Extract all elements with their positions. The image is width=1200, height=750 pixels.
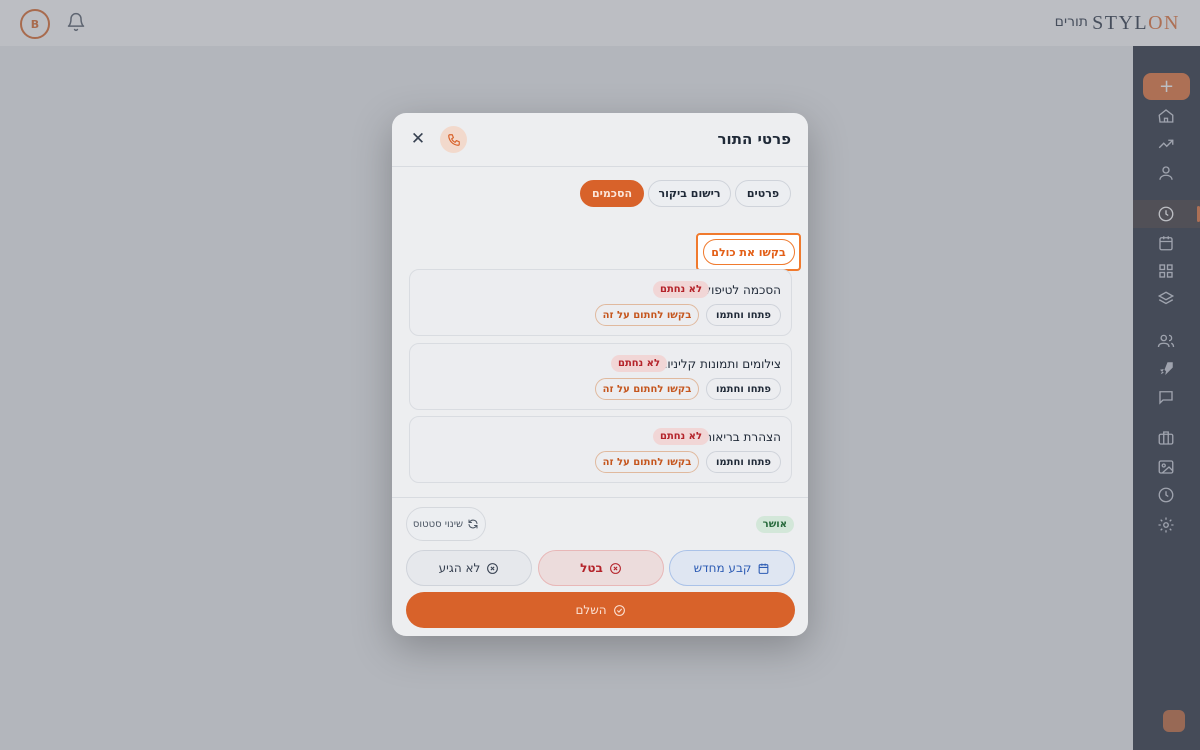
tab-agreements[interactable]: הסכמים — [580, 180, 644, 207]
complete-button[interactable]: השלם — [406, 592, 795, 628]
no-show-button[interactable]: לא הגיע — [406, 550, 532, 586]
phone-icon[interactable] — [440, 126, 467, 153]
request-signature-button[interactable]: בקשו לחתום על זה — [595, 304, 699, 326]
consent-card: צילומים ותמונות קליניות לא נחתם פתחו וחת… — [409, 343, 792, 410]
cancel-label: בטל — [580, 561, 603, 575]
reschedule-label: קבע מחדש — [693, 561, 752, 575]
refresh-icon — [467, 518, 479, 530]
calendar-icon — [757, 562, 770, 575]
consent-card: הצהרת בריאות לא נחתם פתחו וחתמו בקשו לחת… — [409, 416, 792, 483]
open-and-sign-button[interactable]: פתחו וחתמו — [706, 451, 781, 473]
check-circle-icon — [613, 604, 626, 617]
x-circle-icon — [486, 562, 499, 575]
unsigned-badge: לא נחתם — [652, 428, 709, 445]
consent-title: הסכמה לטיפול — [704, 283, 781, 297]
change-status-button[interactable]: שינוי סטטוס — [406, 507, 486, 541]
consent-card: הסכמה לטיפול לא נחתם פתחו וחתמו בקשו לחת… — [409, 269, 792, 336]
consent-title: צילומים ותמונות קליניות — [659, 357, 781, 371]
consent-title: הצהרת בריאות — [704, 430, 781, 444]
tab-details[interactable]: פרטים — [735, 180, 791, 207]
appointment-details-modal: פרטי התור ✕ פרטים רישום ביקור הסכמים בקש… — [392, 113, 808, 636]
modal-title: פרטי התור — [717, 130, 791, 148]
status-badge: אושר — [755, 516, 794, 533]
cancel-button[interactable]: בטל — [538, 550, 664, 586]
unsigned-badge: לא נחתם — [610, 355, 667, 372]
unsigned-badge: לא נחתם — [652, 281, 709, 298]
request-all-button[interactable]: בקשו את כולם — [702, 239, 795, 265]
open-and-sign-button[interactable]: פתחו וחתמו — [706, 378, 781, 400]
no-show-label: לא הגיע — [438, 561, 481, 575]
x-circle-icon — [609, 562, 622, 575]
modal-header: פרטי התור ✕ — [392, 113, 808, 167]
change-status-label: שינוי סטטוס — [412, 518, 464, 530]
divider — [392, 497, 808, 498]
request-all-highlight: בקשו את כולם — [696, 233, 801, 271]
close-icon[interactable]: ✕ — [407, 128, 429, 150]
request-signature-button[interactable]: בקשו לחתום על זה — [595, 451, 699, 473]
open-and-sign-button[interactable]: פתחו וחתמו — [706, 304, 781, 326]
complete-label: השלם — [575, 603, 607, 617]
reschedule-button[interactable]: קבע מחדש — [669, 550, 795, 586]
tab-visit-log[interactable]: רישום ביקור — [648, 180, 731, 207]
request-signature-button[interactable]: בקשו לחתום על זה — [595, 378, 699, 400]
